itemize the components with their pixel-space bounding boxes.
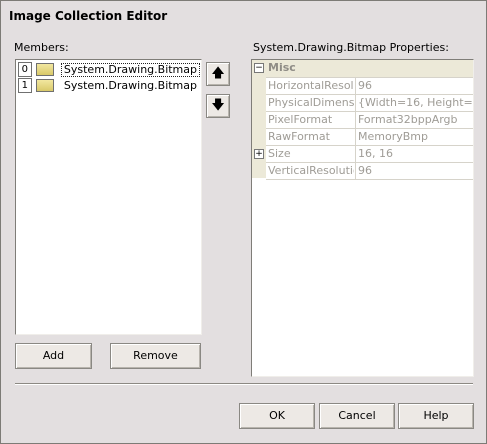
footer-divider (15, 383, 473, 385)
window-title: Image Collection Editor (9, 9, 168, 23)
property-row-raw-format[interactable]: RawFormat MemoryBmp (266, 129, 473, 146)
member-item-1[interactable]: 1 System.Drawing.Bitmap (17, 78, 200, 93)
property-grid-gutter (252, 60, 266, 178)
member-index-0: 0 (18, 62, 32, 77)
property-name: PixelFormat (268, 113, 333, 126)
property-value: 16, 16 (358, 147, 393, 160)
help-button[interactable]: Help (398, 403, 474, 429)
property-name: PhysicalDimension (268, 96, 354, 109)
members-list[interactable]: 0 System.Drawing.Bitmap 1 System.Drawing… (15, 59, 202, 335)
collapse-icon[interactable]: − (254, 63, 264, 73)
category-misc: Misc (266, 60, 473, 78)
ok-button-label: OK (269, 409, 285, 422)
property-row-vertical-resolution[interactable]: VerticalResolution 96 (266, 163, 473, 180)
properties-label: System.Drawing.Bitmap Properties: (253, 41, 449, 54)
bitmap-icon (35, 79, 54, 92)
property-row-horizontal-resolution[interactable]: HorizontalResolut 96 (266, 78, 473, 95)
help-button-label: Help (423, 409, 449, 422)
property-value: MemoryBmp (358, 130, 428, 143)
property-name: Size (268, 147, 291, 160)
property-row-size[interactable]: Size 16, 16 (266, 146, 473, 163)
arrow-down-icon: 🡇 (211, 98, 225, 113)
member-index-1: 1 (18, 78, 32, 93)
property-separator (355, 146, 356, 162)
property-separator (355, 95, 356, 111)
expand-icon[interactable]: + (254, 149, 264, 159)
members-label: Members: (14, 41, 69, 54)
property-separator (355, 129, 356, 145)
property-separator (355, 163, 356, 179)
move-up-button[interactable]: 🡅 (206, 62, 230, 86)
remove-button-label: Remove (133, 349, 178, 362)
member-label-0: System.Drawing.Bitmap (60, 62, 200, 77)
arrow-up-icon: 🡅 (211, 66, 225, 81)
cancel-button-label: Cancel (338, 409, 376, 422)
property-grid[interactable]: − Misc HorizontalResolut 96 PhysicalDime… (251, 59, 474, 377)
cancel-button[interactable]: Cancel (319, 403, 395, 429)
move-down-button[interactable]: 🡇 (206, 94, 230, 118)
remove-button[interactable]: Remove (110, 343, 201, 369)
property-value: {Width=16, Height=16} (358, 96, 473, 109)
image-collection-editor-window: Image Collection Editor Members: 0 Syste… (0, 0, 487, 444)
member-item-0[interactable]: 0 System.Drawing.Bitmap (17, 62, 200, 77)
add-button[interactable]: Add (15, 343, 92, 369)
property-name: HorizontalResolut (268, 79, 354, 92)
property-row-physical-dimension[interactable]: PhysicalDimension {Width=16, Height=16} (266, 95, 473, 112)
add-button-label: Add (42, 349, 65, 362)
property-value: Format32bppArgb (358, 113, 458, 126)
property-separator (355, 78, 356, 94)
member-label-1: System.Drawing.Bitmap (63, 78, 197, 92)
property-value: 96 (358, 79, 372, 92)
property-name: RawFormat (268, 130, 330, 143)
property-separator (355, 112, 356, 128)
category-misc-label: Misc (268, 61, 296, 74)
title-bar: Image Collection Editor (2, 2, 485, 32)
property-value: 96 (358, 164, 372, 177)
property-row-pixel-format[interactable]: PixelFormat Format32bppArgb (266, 112, 473, 129)
property-name: VerticalResolution (268, 164, 354, 177)
ok-button[interactable]: OK (239, 403, 315, 429)
bitmap-icon (35, 63, 54, 76)
